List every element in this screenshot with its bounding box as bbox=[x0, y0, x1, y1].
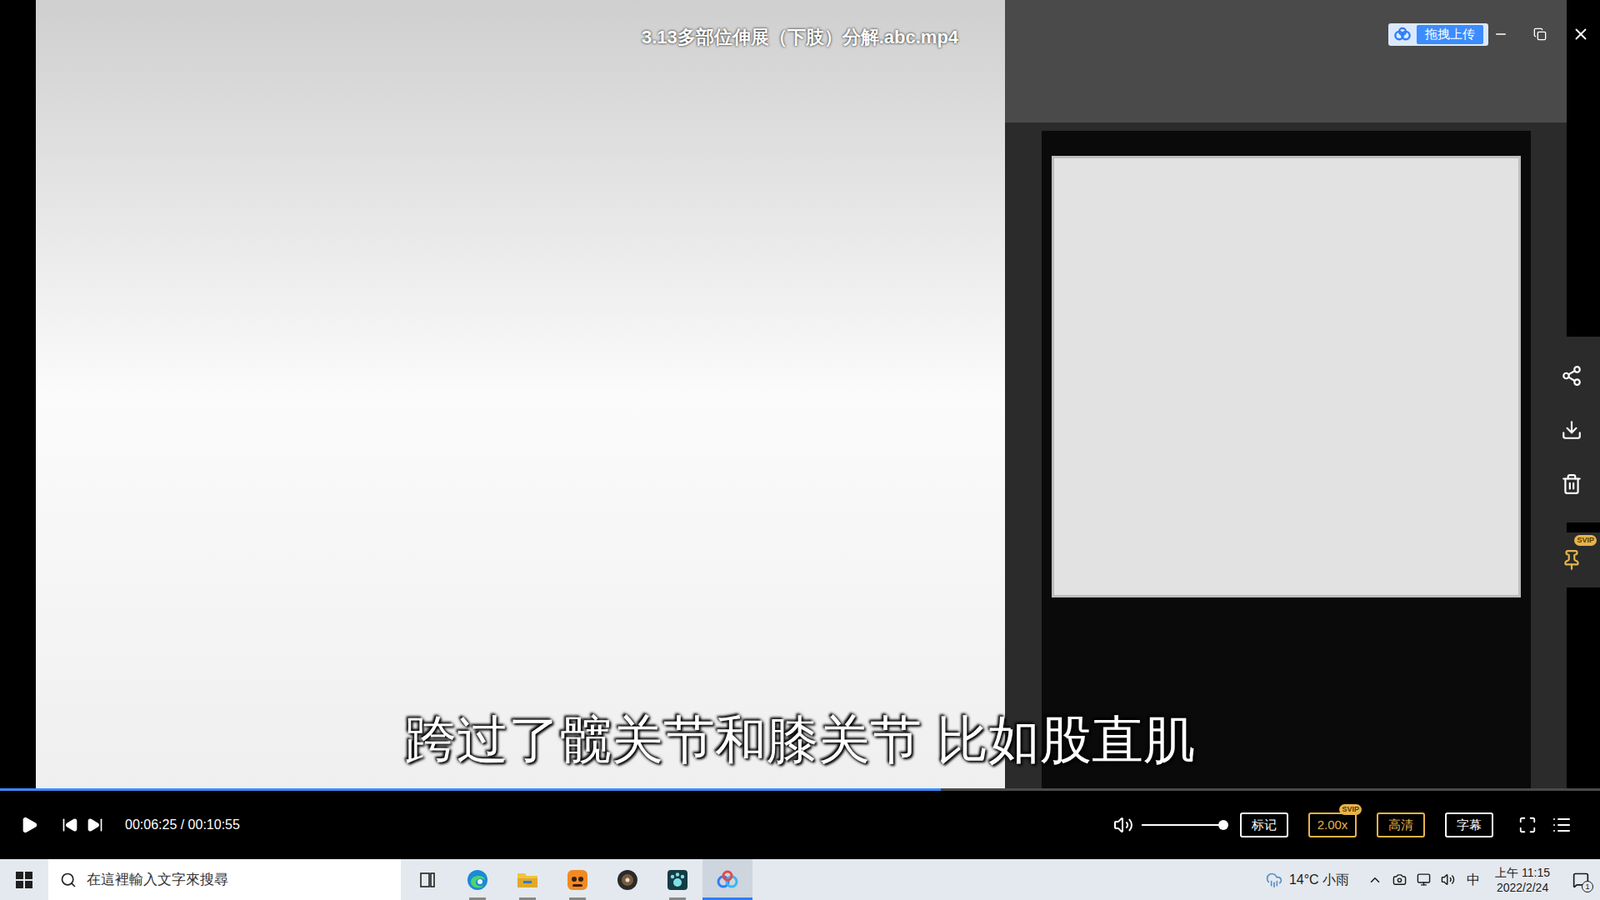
taskbar-app[interactable] bbox=[452, 859, 503, 900]
playlist-icon[interactable] bbox=[1551, 815, 1572, 835]
network-icon[interactable] bbox=[1416, 872, 1431, 887]
fullscreen-icon[interactable] bbox=[1518, 815, 1537, 835]
player-window: 00:06:25 / 00:10:55 标记 2.00xSVIP 高清字幕 3.13多部… bbox=[0, 0, 1600, 860]
weather-icon[interactable] bbox=[1265, 871, 1283, 889]
edge-icon bbox=[465, 868, 490, 892]
notification-count: 1 bbox=[1581, 880, 1594, 893]
pin-button[interactable]: SVIP bbox=[1542, 532, 1600, 588]
volume-slider[interactable] bbox=[1141, 819, 1224, 831]
control-button[interactable]: 高清 bbox=[1376, 812, 1425, 839]
share-icon[interactable] bbox=[1560, 365, 1583, 387]
taskbar-app[interactable] bbox=[702, 859, 753, 900]
orange-app-icon bbox=[565, 868, 590, 892]
running-indicator bbox=[569, 897, 586, 900]
next-icon[interactable] bbox=[86, 816, 104, 834]
taskbar-app[interactable] bbox=[552, 859, 603, 900]
search-box[interactable]: 在這裡輸入文字來搜尋 bbox=[48, 859, 401, 900]
camera-icon[interactable] bbox=[1392, 872, 1407, 887]
volume-icon[interactable] bbox=[1113, 815, 1134, 835]
volume-knob[interactable] bbox=[1218, 820, 1229, 830]
notification-button[interactable]: 1 bbox=[1568, 867, 1594, 893]
play-button[interactable] bbox=[20, 815, 39, 835]
download-icon[interactable] bbox=[1560, 419, 1583, 441]
tray-expand-icon[interactable] bbox=[1367, 872, 1383, 888]
disc-app-icon bbox=[615, 868, 640, 892]
weather-text[interactable]: 14°C 小雨 bbox=[1289, 870, 1350, 890]
control-bar: 00:06:25 / 00:10:55 标记 2.00xSVIP 高清字幕 bbox=[0, 790, 1600, 860]
start-button[interactable] bbox=[0, 859, 49, 900]
windows-icon bbox=[15, 871, 33, 889]
folder-icon bbox=[515, 869, 540, 891]
control-button[interactable]: 标记 bbox=[1240, 812, 1289, 839]
upload-button[interactable]: 拖拽上传 bbox=[1388, 23, 1489, 46]
minimize-icon[interactable] bbox=[1493, 26, 1509, 42]
speaker-icon[interactable] bbox=[1440, 872, 1455, 887]
taskbar-app[interactable] bbox=[602, 859, 653, 900]
taskbar-app[interactable] bbox=[652, 859, 703, 900]
side-toolbar: SVIP bbox=[1542, 336, 1600, 588]
restore-icon[interactable] bbox=[1533, 27, 1547, 41]
teal-app-icon bbox=[665, 868, 690, 892]
control-button[interactable]: 2.00xSVIP bbox=[1308, 812, 1357, 839]
taskbar-app[interactable] bbox=[502, 859, 553, 900]
search-icon bbox=[60, 871, 77, 889]
svip-badge: SVIP bbox=[1574, 535, 1597, 546]
taskbar-app[interactable] bbox=[402, 859, 453, 900]
netdisk-small-icon bbox=[1393, 26, 1412, 42]
subtitle: 跨过了髋关节和膝关节 比如股直肌 bbox=[0, 708, 1600, 772]
task-view-icon bbox=[418, 870, 437, 890]
ime-indicator[interactable]: 中 bbox=[1466, 870, 1480, 890]
running-indicator bbox=[519, 897, 536, 900]
time-display: 00:06:25 / 00:10:55 bbox=[125, 815, 240, 835]
control-button[interactable]: 字幕 bbox=[1445, 812, 1494, 839]
running-indicator bbox=[702, 897, 753, 900]
window-title: 3.13多部位伸展（下肢）分解.abc.mp4 bbox=[0, 23, 1600, 51]
video-frame[interactable] bbox=[35, 0, 1567, 789]
play-icon bbox=[20, 815, 39, 835]
running-indicator bbox=[469, 897, 486, 900]
close-icon[interactable] bbox=[1571, 25, 1590, 44]
previous-icon[interactable] bbox=[61, 816, 79, 834]
svip-badge: SVIP bbox=[1339, 804, 1362, 815]
pin-icon bbox=[1560, 549, 1583, 571]
netdisk-icon bbox=[715, 868, 740, 892]
delete-icon[interactable] bbox=[1560, 473, 1583, 495]
running-indicator bbox=[669, 897, 686, 900]
clock[interactable]: 上午 11:152022/2/24 bbox=[1495, 865, 1550, 895]
taskbar: 在這裡輸入文字來搜尋 14°C 小雨 中上午 11:152022/2/24 1 bbox=[0, 859, 1600, 900]
